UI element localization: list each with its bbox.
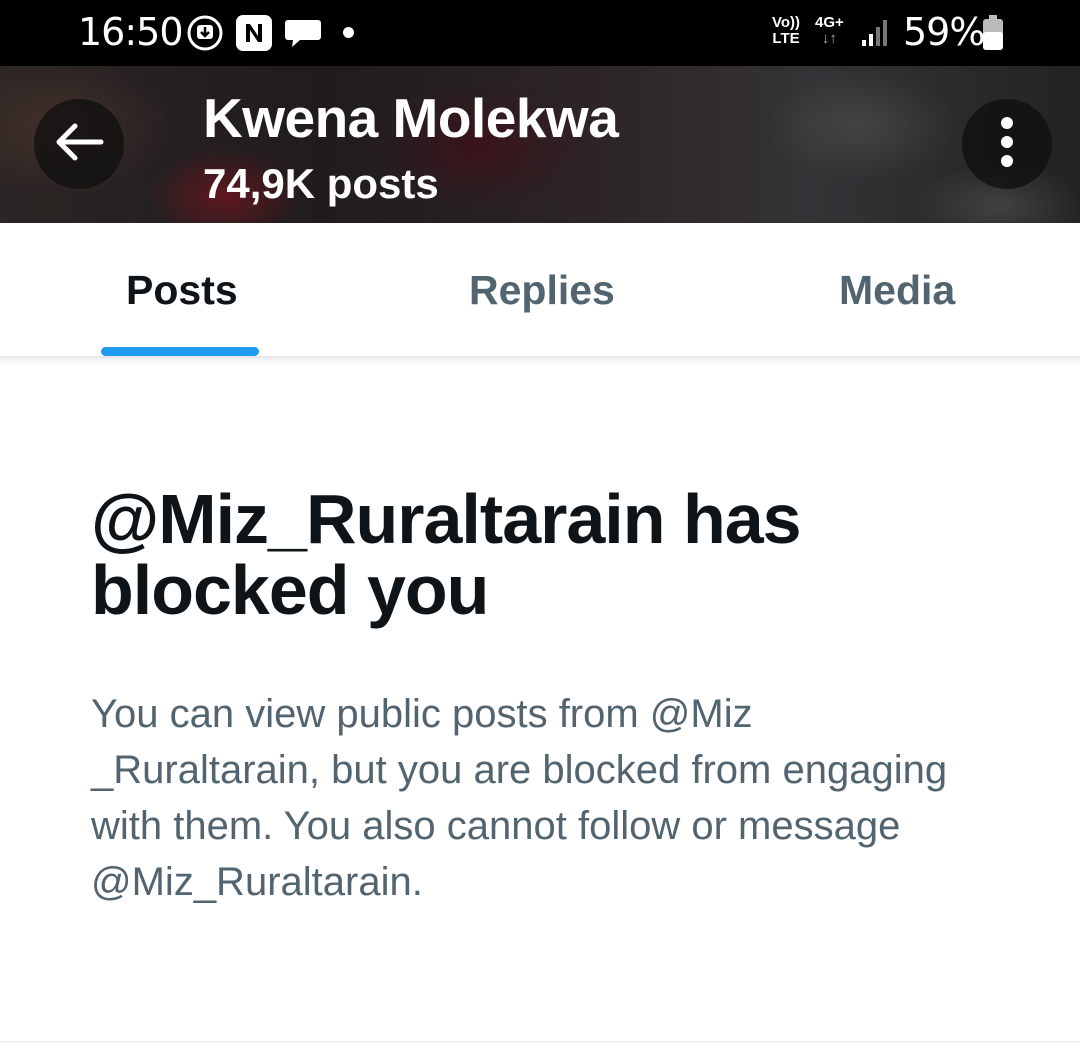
post-count: 74,9K posts [203, 160, 439, 207]
status-time: 16:50 [78, 10, 184, 54]
chat-bubble-icon [284, 14, 322, 57]
network-indicator: 4G+ ↓↑ [815, 15, 844, 47]
signal-bars-icon [860, 18, 890, 53]
more-vertical-icon [1000, 116, 1014, 173]
volte-indicator: Vo)) LTE [772, 15, 800, 47]
active-tab-indicator [101, 347, 259, 356]
arrow-left-icon [53, 122, 105, 167]
status-bar: 16:50 Vo)) LTE 4G+ ↓↑ 59% [0, 0, 1080, 66]
volte-top-label: Vo)) [772, 14, 801, 31]
n-app-icon [235, 14, 273, 57]
download-icon [186, 14, 224, 57]
data-activity-icon: ↓↑ [821, 30, 837, 47]
blocked-description: You can view public posts from @Miz _Rur… [91, 692, 948, 904]
back-button[interactable] [34, 99, 124, 189]
network-type-label: 4G+ [815, 14, 844, 31]
profile-header: Kwena Molekwa 74,9K posts [0, 66, 1080, 223]
profile-name: Kwena Molekwa [203, 87, 619, 149]
bottom-divider [0, 1041, 1080, 1043]
volte-bottom-label: LTE [772, 30, 800, 47]
blocked-title: @Miz_Ruraltarain has blocked you [91, 480, 802, 629]
tab-replies[interactable]: Replies [469, 267, 615, 314]
battery-percent: 59% [903, 10, 985, 54]
tab-posts[interactable]: Posts [126, 267, 238, 314]
battery-icon [982, 15, 1004, 56]
dot-icon [343, 27, 354, 38]
more-options-button[interactable] [962, 99, 1052, 189]
tab-media[interactable]: Media [839, 267, 955, 314]
profile-tabs: Posts Replies Media [0, 223, 1080, 356]
tabs-shadow [0, 358, 1080, 366]
